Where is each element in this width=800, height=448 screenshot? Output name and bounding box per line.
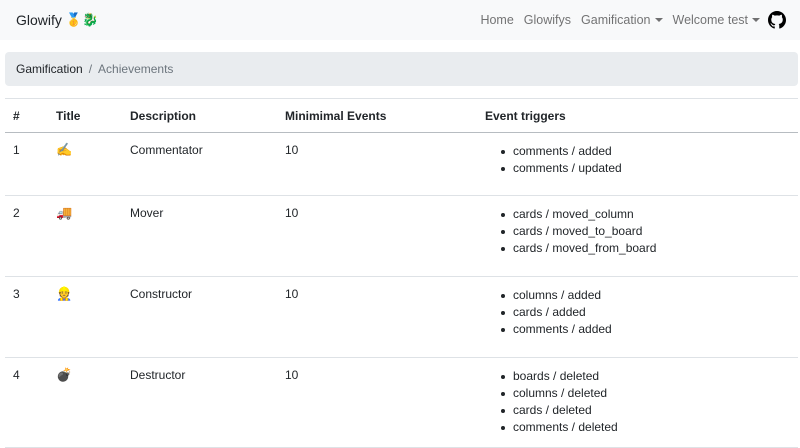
row-triggers: cards / moved_column cards / moved_to_bo… bbox=[477, 195, 798, 277]
brand[interactable]: Glowify 🥇🐉 bbox=[16, 12, 98, 28]
trigger-item: cards / moved_to_board bbox=[501, 223, 790, 240]
row-description: Constructor bbox=[122, 276, 277, 358]
table-row: 2 🚚 Mover 10 cards / moved_column cards … bbox=[5, 195, 798, 277]
nav-gamification-label: Gamification bbox=[581, 13, 651, 27]
row-description: Mover bbox=[122, 195, 277, 277]
trigger-item: comments / deleted bbox=[501, 419, 790, 436]
breadcrumb: Gamification / Achievements bbox=[5, 52, 798, 86]
trigger-item: columns / deleted bbox=[501, 385, 790, 402]
github-icon[interactable] bbox=[768, 11, 786, 29]
row-triggers: boards / deleted columns / deleted cards… bbox=[477, 357, 798, 448]
row-num: 1 bbox=[5, 132, 48, 196]
table-row: 4 💣 Destructor 10 boards / deleted colum… bbox=[5, 357, 798, 448]
bomb-icon: 💣 bbox=[48, 357, 122, 448]
nav-glowifys-link[interactable]: Glowifys bbox=[524, 13, 571, 27]
breadcrumb-current: Achievements bbox=[98, 62, 174, 76]
nav-home-link[interactable]: Home bbox=[480, 13, 513, 27]
trigger-list: comments / added comments / updated bbox=[501, 143, 790, 177]
trigger-item: cards / moved_from_board bbox=[501, 240, 790, 257]
trigger-item: boards / deleted bbox=[501, 368, 790, 385]
row-min-events: 10 bbox=[277, 357, 477, 448]
nav-links: Home Glowifys Gamification Welcome test bbox=[470, 11, 786, 29]
header-num: # bbox=[5, 98, 48, 133]
row-min-events: 10 bbox=[277, 276, 477, 358]
table-header-row: # Title Description Minimimal Events Eve… bbox=[5, 98, 798, 133]
trigger-list: columns / added cards / added comments /… bbox=[501, 287, 790, 338]
achievements-table: # Title Description Minimimal Events Eve… bbox=[5, 98, 798, 448]
row-num: 3 bbox=[5, 276, 48, 358]
github-icon-svg bbox=[768, 11, 786, 29]
row-triggers: columns / added cards / added comments /… bbox=[477, 276, 798, 358]
truck-icon: 🚚 bbox=[48, 195, 122, 277]
row-num: 2 bbox=[5, 195, 48, 277]
caret-down-icon bbox=[654, 18, 663, 22]
nav-gamification-dropdown[interactable]: Gamification bbox=[581, 13, 663, 27]
header-title: Title bbox=[48, 98, 122, 133]
table-row: 1 ✍️ Commentator 10 comments / added com… bbox=[5, 132, 798, 196]
row-min-events: 10 bbox=[277, 132, 477, 196]
brand-emoji-icon: 🥇🐉 bbox=[65, 12, 99, 28]
header-triggers: Event triggers bbox=[477, 98, 798, 133]
header-min-events: Minimimal Events bbox=[277, 98, 477, 133]
trigger-list: boards / deleted columns / deleted cards… bbox=[501, 368, 790, 436]
header-description: Description bbox=[122, 98, 277, 133]
navbar: Glowify 🥇🐉 Home Glowifys Gamification We… bbox=[0, 0, 800, 40]
row-description: Commentator bbox=[122, 132, 277, 196]
trigger-item: columns / added bbox=[501, 287, 790, 304]
trigger-item: comments / added bbox=[501, 143, 790, 160]
breadcrumb-gamification-link[interactable]: Gamification bbox=[16, 62, 83, 76]
trigger-item: cards / deleted bbox=[501, 402, 790, 419]
trigger-list: cards / moved_column cards / moved_to_bo… bbox=[501, 206, 790, 257]
brand-name: Glowify bbox=[16, 12, 62, 28]
row-min-events: 10 bbox=[277, 195, 477, 277]
nav-user-label: Welcome test bbox=[672, 13, 749, 27]
trigger-item: comments / added bbox=[501, 321, 790, 338]
nav-user-dropdown[interactable]: Welcome test bbox=[672, 13, 760, 27]
caret-down-icon bbox=[752, 18, 760, 22]
writing-hand-icon: ✍️ bbox=[48, 132, 122, 196]
table-row: 3 👷 Constructor 10 columns / added cards… bbox=[5, 276, 798, 358]
breadcrumb-separator: / bbox=[88, 62, 93, 76]
row-triggers: comments / added comments / updated bbox=[477, 132, 798, 196]
trigger-item: cards / moved_column bbox=[501, 206, 790, 223]
trigger-item: cards / added bbox=[501, 304, 790, 321]
row-description: Destructor bbox=[122, 357, 277, 448]
trigger-item: comments / updated bbox=[501, 160, 790, 177]
construction-worker-icon: 👷 bbox=[48, 276, 122, 358]
row-num: 4 bbox=[5, 357, 48, 448]
